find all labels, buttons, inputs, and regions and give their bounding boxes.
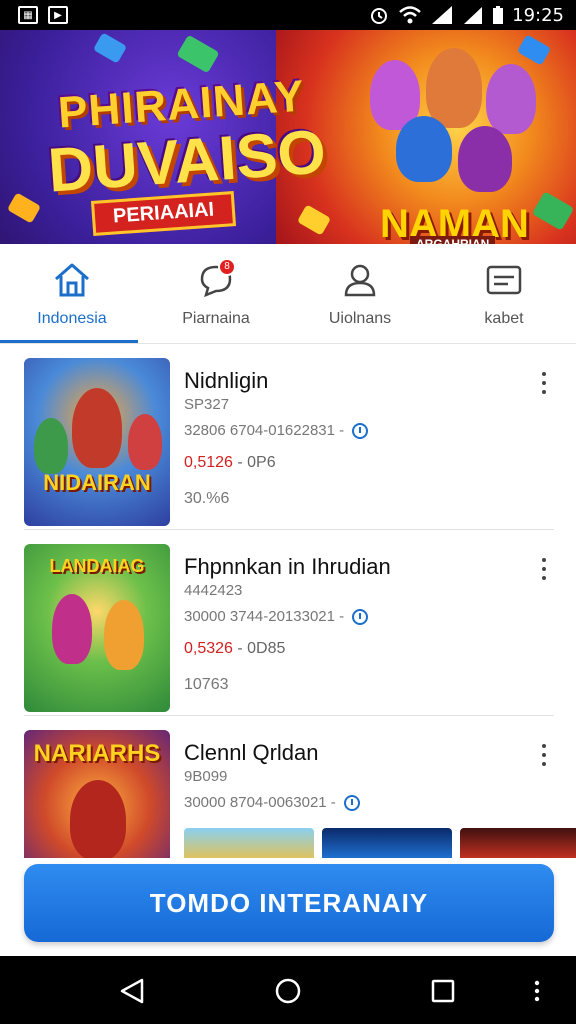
clock-icon (343, 794, 360, 811)
tab-bar: Indonesia 8 Piarnaina Uiolnans kabet (0, 244, 576, 344)
system-nav-bar (0, 956, 576, 1024)
item-meta: 30000 8704-0063021 - (184, 794, 360, 811)
clock-icon (352, 422, 369, 439)
item-meta: 32806 6704-01622831 - (184, 422, 369, 439)
alarm-icon (371, 8, 388, 24)
more-options-icon[interactable] (540, 558, 548, 580)
tab-label: kabet (484, 309, 524, 327)
gallery-notification-icon: ▦ (18, 6, 38, 24)
item-subtitle: 4442423 (184, 582, 243, 599)
item-title[interactable]: Clennl Qrldan (184, 740, 319, 766)
price-highlight: 0,5126 (184, 454, 233, 471)
item-meta-text: 32806 6704-01622831 - (184, 422, 345, 439)
item-count: 30.%6 (184, 490, 230, 507)
primary-action-button[interactable]: TOMDO INTERANAIY (24, 864, 554, 942)
character-icon (72, 388, 122, 468)
more-options-icon[interactable] (540, 372, 548, 394)
back-icon[interactable] (118, 978, 146, 1004)
character-icon (128, 414, 162, 470)
character-3-icon (486, 64, 536, 134)
clock-time: 19:25 (512, 4, 564, 26)
wifi-icon (399, 6, 421, 24)
home-icon (50, 260, 94, 300)
game-thumbnail[interactable]: LANDAIAG (24, 544, 170, 712)
clock-icon (352, 608, 369, 625)
character-icon (104, 600, 144, 670)
recents-icon[interactable] (430, 978, 456, 1004)
character-icon (70, 780, 126, 860)
tab-indonesia[interactable]: Indonesia (0, 244, 144, 343)
character-icon (52, 594, 92, 664)
thumbnail-title: LANDAIAG (49, 556, 145, 576)
game-list[interactable]: NIDAIRAN Nidnligin SP327 32806 6704-0162… (0, 344, 576, 864)
gem-decoration (176, 34, 220, 74)
signal-2-icon (464, 7, 483, 24)
character-4-icon (396, 116, 452, 182)
game-thumbnail[interactable]: NARIARHS (24, 730, 170, 864)
item-count: 10763 (184, 676, 229, 693)
item-price: 0,5326 - 0D85 (184, 640, 285, 658)
person-icon (338, 260, 382, 300)
list-item[interactable]: LANDAIAG Fhpnnkan in Ihrudian 4442423 30… (0, 530, 576, 716)
gem-decoration (6, 192, 42, 224)
item-price: 0,5126 - 0P6 (184, 454, 276, 472)
price-rest: - 0P6 (232, 454, 276, 471)
cta-container: TOMDO INTERANAIY (0, 858, 576, 956)
promo-banner[interactable]: PHIRAINAY DUVAISO PERIAAIAI NAMAN ARGAHR… (0, 30, 576, 244)
notification-badge: 8 (218, 257, 236, 276)
item-meta: 30000 3744-20133021 - (184, 608, 369, 625)
thumbnail-title: NARIARHS (33, 740, 161, 767)
more-options-icon[interactable] (540, 744, 548, 766)
character-icon (34, 418, 68, 474)
battery-icon (493, 6, 504, 24)
gem-decoration (92, 32, 128, 64)
tab-label: Uiolnans (328, 309, 392, 327)
item-meta-text: 30000 8704-0063021 - (184, 794, 336, 811)
item-title[interactable]: Fhpnnkan in Ihrudian (184, 554, 391, 580)
status-bar: ▦ ▶ 19:25 (0, 0, 576, 30)
home-nav-icon[interactable] (274, 978, 302, 1004)
item-subtitle: SP327 (184, 396, 230, 413)
price-highlight: 0,5326 (184, 640, 233, 657)
tab-piarnaina[interactable]: 8 Piarnaina (144, 244, 288, 343)
tab-kabet[interactable]: kabet (432, 244, 576, 343)
list-item[interactable]: NIDAIRAN Nidnligin SP327 32806 6704-0162… (0, 344, 576, 530)
item-meta-text: 30000 3744-20133021 - (184, 608, 345, 625)
menu-dots-icon[interactable] (532, 978, 542, 1004)
signal-icon (432, 6, 453, 24)
list-item[interactable]: NARIARHS Clennl Qrldan 9B099 30000 8704-… (0, 716, 576, 864)
thumbnail-title: NIDAIRAN (43, 470, 151, 495)
game-thumbnail[interactable]: NIDAIRAN (24, 358, 170, 526)
banner-right-subtitle: ARGAHRIAN (410, 236, 496, 244)
character-2-icon (426, 48, 482, 128)
item-subtitle: 9B099 (184, 768, 228, 785)
price-rest: - 0D85 (232, 640, 286, 657)
chat-bubble-icon: 8 (194, 257, 238, 300)
app-notification-icon: ▶ (48, 6, 68, 24)
tab-label: Indonesia (37, 309, 107, 327)
character-5-icon (458, 126, 512, 192)
item-title[interactable]: Nidnligin (184, 368, 268, 394)
card-icon (482, 260, 526, 300)
tab-label: Piarnaina (182, 309, 250, 327)
tab-uiolnans[interactable]: Uiolnans (288, 244, 432, 343)
